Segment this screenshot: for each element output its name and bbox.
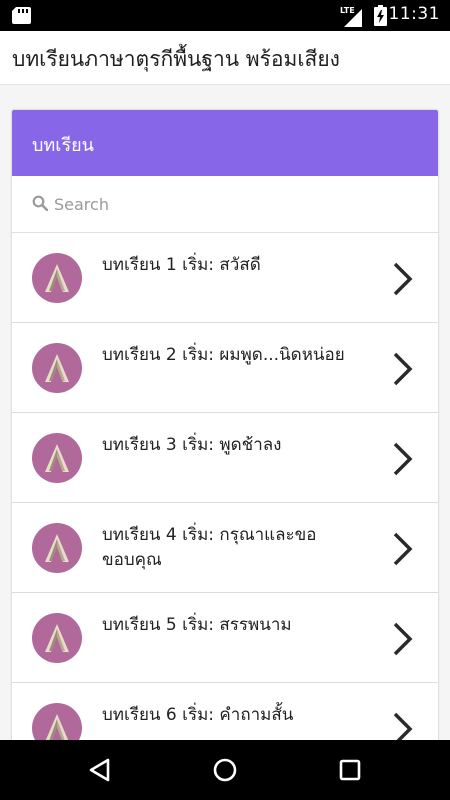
lesson-title: บทเรียน 2 เริ่ม: ผมพูด...นิดหน่อย — [102, 345, 345, 365]
lesson-item-3[interactable]: บทเรียน 3 เริ่ม: พูดช้าลง — [12, 413, 438, 503]
main-content[interactable]: บทเรียน บทเรียน 1 เริ่ม: สวัสดี บทเ — [0, 85, 450, 740]
status-time: 11:31 — [388, 4, 440, 24]
lesson-title: บทเรียน 1 เริ่ม: สวัสดี — [102, 255, 261, 275]
recent-apps-icon[interactable] — [334, 754, 366, 786]
back-icon[interactable] — [84, 754, 116, 786]
search-icon — [32, 195, 48, 211]
lesson-list: บทเรียน 1 เริ่ม: สวัสดี บทเรียน 2 เริ่ม:… — [12, 233, 438, 740]
sd-card-icon — [12, 7, 31, 24]
lesson-avatar-icon — [32, 433, 82, 483]
chevron-right-icon — [393, 622, 413, 656]
app-title: บทเรียนภาษาตุรกีพื้นฐาน พร้อมเสียง — [12, 47, 340, 71]
lesson-item-2[interactable]: บทเรียน 2 เริ่ม: ผมพูด...นิดหน่อย — [12, 323, 438, 413]
battery-charging-icon — [374, 5, 387, 26]
network-label: LTE — [340, 6, 355, 15]
lessons-card: บทเรียน บทเรียน 1 เริ่ม: สวัสดี บทเ — [12, 110, 438, 740]
lesson-avatar-icon — [32, 523, 82, 573]
chevron-right-icon — [393, 442, 413, 476]
home-icon[interactable] — [209, 754, 241, 786]
search-bar[interactable] — [12, 176, 438, 233]
lesson-item-5[interactable]: บทเรียน 5 เริ่ม: สรรพนาม — [12, 593, 438, 683]
lte-signal-icon: LTE — [340, 6, 362, 27]
lesson-avatar-icon — [32, 703, 82, 740]
app-bar: บทเรียนภาษาตุรกีพื้นฐาน พร้อมเสียง — [0, 31, 450, 85]
lesson-title: บทเรียน 4 เริ่ม: กรุณาและขอขอบคุณ — [102, 525, 317, 570]
chevron-right-icon — [393, 352, 413, 386]
lesson-title: บทเรียน 6 เริ่ม: คำถามสั้น — [102, 705, 294, 725]
chevron-right-icon — [393, 532, 413, 566]
card-header: บทเรียน — [12, 110, 438, 176]
lesson-title: บทเรียน 5 เริ่ม: สรรพนาม — [102, 615, 292, 635]
search-input[interactable] — [54, 190, 414, 218]
lesson-avatar-icon — [32, 613, 82, 663]
chevron-right-icon — [393, 712, 413, 740]
lesson-title: บทเรียน 3 เริ่ม: พูดช้าลง — [102, 435, 282, 455]
status-bar: LTE 11:31 — [0, 0, 450, 31]
lesson-avatar-icon — [32, 343, 82, 393]
system-nav-bar — [0, 740, 450, 800]
lesson-item-1[interactable]: บทเรียน 1 เริ่ม: สวัสดี — [12, 233, 438, 323]
chevron-right-icon — [393, 262, 413, 296]
lesson-avatar-icon — [32, 253, 82, 303]
card-header-label: บทเรียน — [32, 135, 94, 156]
lesson-item-4[interactable]: บทเรียน 4 เริ่ม: กรุณาและขอขอบคุณ — [12, 503, 438, 593]
lesson-item-6[interactable]: บทเรียน 6 เริ่ม: คำถามสั้น — [12, 683, 438, 740]
